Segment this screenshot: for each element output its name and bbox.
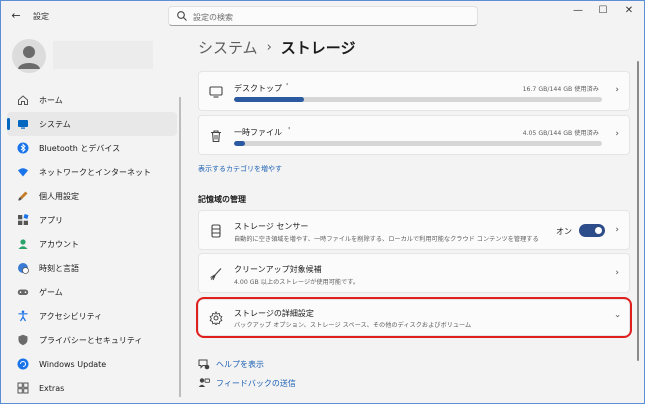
back-button[interactable]: ←: [9, 9, 23, 23]
trash-icon: [211, 130, 221, 143]
sidebar-item-accounts[interactable]: アカウント: [7, 232, 177, 256]
help-icon: [198, 359, 210, 370]
close-button[interactable]: ✕: [617, 3, 641, 19]
storage-item-usage: 16.7 GB/144 GB 使用済み: [522, 86, 599, 93]
accessibility-icon: [18, 310, 28, 322]
cleanup-subtitle: 4.00 GB 以上のストレージが使用可能です。: [234, 279, 360, 286]
search-box[interactable]: 設定の検索: [168, 6, 478, 26]
sidebar-item-label: 個人用設定: [39, 191, 79, 201]
cleanup-icon: [210, 268, 222, 281]
cleanup-recommendations-card[interactable]: クリーンアップ対象候補 4.00 GB 以上のストレージが使用可能です。 ›: [198, 253, 630, 293]
toggle-state-label: オン: [556, 227, 572, 236]
storage-sense-icon: [211, 224, 221, 238]
chevron-right-icon: ›: [615, 129, 619, 139]
storage-usage-fill: [234, 141, 246, 146]
cleanup-title: クリーンアップ対象候補: [234, 265, 322, 274]
bluetooth-icon: [17, 142, 29, 154]
settings-window: ← 設定 設定の検索 — ☐ ✕ ホーム システム Bluetooth とデバイ…: [0, 0, 645, 404]
storage-item-title: デスクトップ: [234, 84, 282, 93]
breadcrumb-separator: ›: [266, 40, 272, 55]
maximize-button[interactable]: ☐: [591, 3, 615, 19]
toggle-knob: [595, 227, 602, 234]
get-help-label: ヘルプを表示: [216, 359, 264, 369]
system-icon: [18, 120, 28, 129]
breadcrumb: システム › ストレージ: [198, 37, 355, 58]
minimize-button[interactable]: —: [566, 3, 590, 19]
page-title: ストレージ: [280, 39, 356, 57]
storage-sense-subtitle: 自動的に空き領域を増やす、一時ファイルを削除する、ローカルで利用可能なクラウド …: [234, 236, 539, 243]
title-bar: ← 設定 設定の検索 — ☐ ✕: [1, 1, 644, 31]
storage-item-tick: ': [288, 126, 291, 135]
storage-usage-bar: [234, 97, 602, 102]
show-more-categories-link[interactable]: 表示するカテゴリを増やす: [198, 164, 282, 174]
divider: [179, 97, 181, 397]
sidebar-item-apps[interactable]: アプリ: [7, 208, 177, 232]
chevron-right-icon: ›: [615, 268, 619, 278]
storage-item-title: 一時ファイル: [234, 128, 282, 137]
desktop-icon: [209, 86, 223, 98]
storage-item-tick: ': [286, 82, 289, 91]
extras-icon: [17, 382, 29, 394]
feedback-icon: [198, 378, 210, 387]
network-icon: [18, 168, 28, 177]
sidebar-item-extras[interactable]: Extras: [7, 376, 177, 400]
chevron-right-icon: ›: [615, 225, 619, 235]
apps-icon: [18, 214, 29, 225]
sidebar-item-accessibility[interactable]: アクセシビリティ: [7, 304, 177, 328]
gaming-icon: [17, 289, 29, 295]
sidebar-item-privacy[interactable]: プライバシーとセキュリティ: [7, 328, 177, 352]
send-feedback-link[interactable]: フィードバックの送信: [198, 377, 296, 389]
search-placeholder: 設定の検索: [193, 13, 233, 22]
section-heading-storage-management: 記憶域の管理: [198, 195, 246, 204]
sidebar-item-label: 時刻と言語: [39, 263, 79, 273]
sidebar-item-label: プライバシーとセキュリティ: [39, 335, 143, 345]
storage-item-usage: 4.05 GB/144 GB 使用済み: [522, 130, 599, 137]
sidebar-item-windows-update[interactable]: Windows Update: [7, 352, 177, 376]
time-language-icon: [18, 263, 29, 274]
highlight-outline: [196, 297, 632, 338]
sidebar-item-label: ゲーム: [39, 287, 63, 297]
sidebar-item-label: Bluetooth とデバイス: [39, 143, 121, 153]
search-icon: [177, 11, 187, 21]
user-info: [53, 41, 153, 69]
sidebar-item-label: ネットワークとインターネット: [39, 167, 151, 177]
sidebar-item-time-language[interactable]: 時刻と言語: [7, 256, 177, 280]
storage-sense-card[interactable]: ストレージ センサー 自動的に空き領域を増やす、一時ファイルを削除する、ローカル…: [198, 210, 630, 250]
sidebar-item-label: システム: [39, 119, 71, 129]
storage-item-desktop[interactable]: デスクトップ ' 16.7 GB/144 GB 使用済み ›: [198, 71, 630, 111]
send-feedback-label: フィードバックの送信: [216, 378, 296, 388]
storage-item-temp-files[interactable]: 一時ファイル ' 4.05 GB/144 GB 使用済み ›: [198, 115, 630, 155]
sidebar-item-label: アプリ: [39, 215, 63, 225]
sidebar-item-label: アカウント: [39, 239, 79, 249]
sidebar-item-label: アクセシビリティ: [39, 311, 103, 321]
storage-sense-toggle[interactable]: [579, 224, 605, 237]
sidebar-item-personalization[interactable]: 個人用設定: [7, 184, 177, 208]
avatar[interactable]: [12, 39, 46, 73]
sidebar-item-gaming[interactable]: ゲーム: [7, 280, 177, 304]
user-icon: [18, 46, 40, 69]
home-icon: [18, 95, 28, 105]
sidebar-nav: ホーム システム Bluetooth とデバイス ネットワークとインターネット …: [7, 88, 177, 400]
sidebar-item-label: Windows Update: [39, 359, 107, 369]
sidebar-item-label: ホーム: [39, 95, 63, 105]
account-icon: [18, 239, 28, 249]
app-title: 設定: [33, 12, 49, 21]
sidebar-item-bluetooth[interactable]: Bluetooth とデバイス: [7, 136, 177, 160]
windows-update-icon: [17, 358, 29, 370]
personalization-icon: [18, 191, 28, 201]
sidebar-item-home[interactable]: ホーム: [7, 88, 177, 112]
storage-sense-title: ストレージ センサー: [234, 222, 309, 231]
chevron-right-icon: ›: [615, 85, 619, 95]
sidebar-item-network[interactable]: ネットワークとインターネット: [7, 160, 177, 184]
privacy-icon: [18, 334, 28, 346]
storage-usage-bar: [234, 141, 602, 146]
breadcrumb-parent[interactable]: システム: [198, 37, 258, 58]
sidebar-item-label: Extras: [39, 383, 65, 393]
storage-usage-fill: [234, 97, 304, 102]
get-help-link[interactable]: ヘルプを表示: [198, 358, 264, 370]
scrollbar[interactable]: [637, 61, 639, 361]
sidebar-item-system[interactable]: システム: [7, 112, 177, 136]
